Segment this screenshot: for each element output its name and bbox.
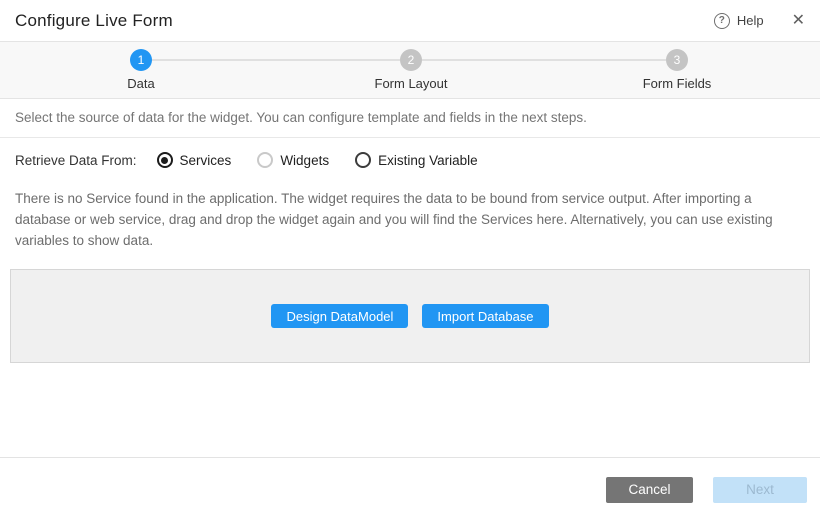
radio-widgets[interactable]: Widgets <box>257 152 329 168</box>
radio-existing-variable-label[interactable]: Existing Variable <box>378 153 478 168</box>
wizard-stepper: 1 Data 2 Form Layout 3 Form Fields <box>0 42 820 99</box>
help-icon[interactable]: ? <box>714 13 730 29</box>
design-datamodel-button[interactable]: Design DataModel <box>271 304 408 328</box>
import-database-button[interactable]: Import Database <box>422 304 548 328</box>
step-2-label: Form Layout <box>375 76 448 91</box>
radio-services[interactable]: Services <box>157 152 232 168</box>
radio-widgets-label[interactable]: Widgets <box>280 153 329 168</box>
help-button[interactable]: ? Help <box>714 13 764 29</box>
dialog-footer: Cancel Next <box>0 457 820 521</box>
close-icon[interactable]: ✕ <box>792 13 805 29</box>
radio-widgets-control[interactable] <box>257 152 273 168</box>
step-form-fields[interactable]: 3 Form Fields <box>617 49 737 91</box>
service-actions-panel: Design DataModel Import Database <box>10 269 810 363</box>
next-button[interactable]: Next <box>713 477 807 503</box>
radio-services-control[interactable] <box>157 152 173 168</box>
step-3-label: Form Fields <box>643 76 712 91</box>
retrieve-data-label: Retrieve Data From: <box>15 153 137 168</box>
radio-existing-variable-control[interactable] <box>355 152 371 168</box>
step-form-layout[interactable]: 2 Form Layout <box>351 49 471 91</box>
step-1-circle[interactable]: 1 <box>130 49 152 71</box>
step-data[interactable]: 1 Data <box>81 49 201 91</box>
step-description: Select the source of data for the widget… <box>0 99 820 138</box>
radio-existing-variable[interactable]: Existing Variable <box>355 152 478 168</box>
step-2-circle[interactable]: 2 <box>400 49 422 71</box>
radio-services-label[interactable]: Services <box>180 153 232 168</box>
step-3-circle[interactable]: 3 <box>666 49 688 71</box>
step-1-label: Data <box>127 76 154 91</box>
retrieve-data-row: Retrieve Data From: Services Widgets Exi… <box>0 140 820 180</box>
cancel-button[interactable]: Cancel <box>606 477 693 503</box>
dialog-title: Configure Live Form <box>15 11 173 31</box>
dialog-header: Configure Live Form ? Help ✕ <box>0 0 820 42</box>
help-label[interactable]: Help <box>737 13 764 28</box>
no-service-info-text: There is no Service found in the applica… <box>0 180 812 251</box>
